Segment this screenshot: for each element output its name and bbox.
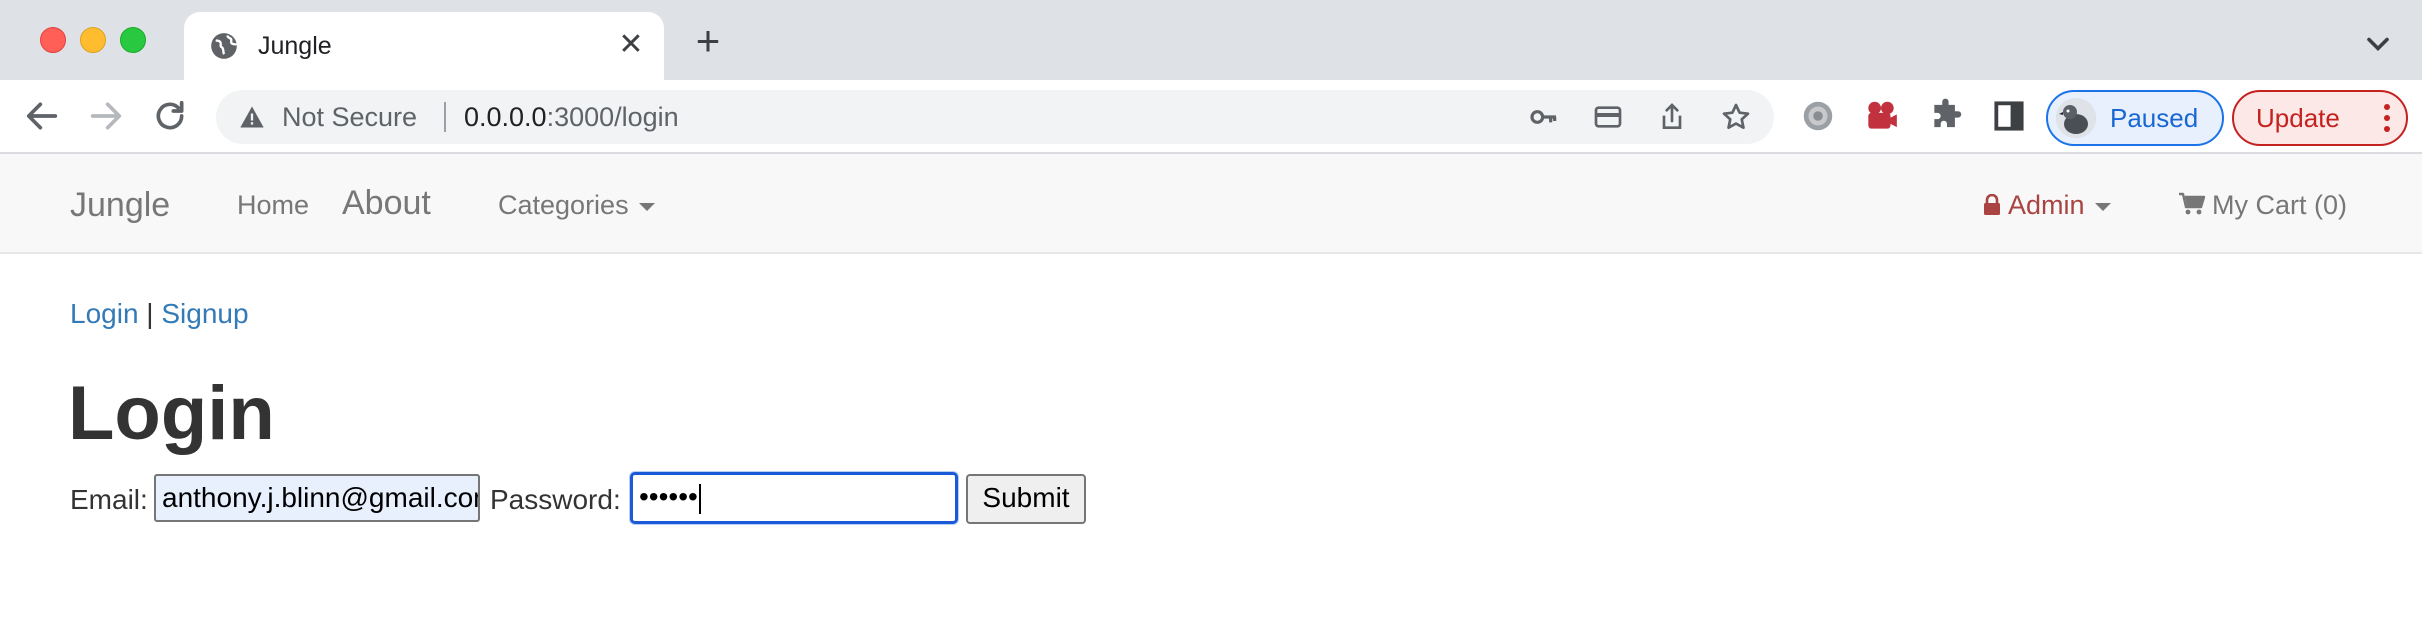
caret-down-icon <box>638 202 655 211</box>
email-label: Email: <box>70 484 148 515</box>
caret-down-icon <box>2094 202 2111 211</box>
address-bar[interactable]: Not Secure 0.0.0.0:3000/login <box>216 90 1774 144</box>
cart-link[interactable]: My Cart (0) <box>2178 190 2347 221</box>
update-label: Update <box>2256 103 2340 133</box>
submit-button[interactable]: Submit <box>966 474 1086 524</box>
star-icon[interactable] <box>1720 101 1752 133</box>
tab-search-chevron-icon[interactable] <box>2360 26 2396 62</box>
reload-icon[interactable] <box>150 96 190 136</box>
profile-button[interactable]: Paused <box>2046 90 2224 146</box>
back-arrow-icon[interactable] <box>22 96 62 136</box>
card-icon[interactable] <box>1592 101 1624 133</box>
password-mask: •••••• <box>639 481 698 512</box>
share-icon[interactable] <box>1656 101 1688 133</box>
url-host: 0.0.0.0 <box>464 102 547 132</box>
auth-separator: | <box>146 298 154 329</box>
admin-dropdown[interactable]: Admin <box>1982 190 2111 221</box>
tab-jungle[interactable]: Jungle ✕ <box>184 12 664 80</box>
maximize-window-button[interactable] <box>120 27 146 53</box>
auth-links: Login | Signup <box>70 298 249 330</box>
close-tab-icon[interactable]: ✕ <box>614 28 648 62</box>
more-vertical-icon <box>2384 104 2390 132</box>
key-icon[interactable] <box>1528 101 1560 133</box>
lock-icon <box>1984 194 2000 215</box>
nav-home-link[interactable]: Home <box>237 190 309 221</box>
nav-about-link[interactable]: About <box>342 184 431 223</box>
update-button[interactable]: Update <box>2232 90 2408 146</box>
camera-extension-icon[interactable] <box>1862 97 1900 135</box>
tab-title: Jungle <box>258 32 332 60</box>
forward-arrow-icon[interactable] <box>86 96 126 136</box>
tab-strip: Jungle ✕ + <box>0 0 2422 80</box>
cart-label: My Cart (0) <box>2212 190 2347 220</box>
url-path: :3000/login <box>546 102 679 132</box>
page-title: Login <box>68 371 275 456</box>
profile-status-label: Paused <box>2110 103 2199 133</box>
new-tab-button[interactable]: + <box>688 20 728 62</box>
warning-icon[interactable] <box>238 103 266 131</box>
password-label: Password: <box>490 484 621 515</box>
avatar <box>2056 98 2096 138</box>
bird-avatar-icon <box>2056 98 2096 138</box>
signup-link[interactable]: Signup <box>161 298 248 329</box>
url-text[interactable]: 0.0.0.0:3000/login <box>464 102 679 133</box>
globe-icon <box>211 33 238 59</box>
email-field[interactable]: anthony.j.blinn@gmail.com <box>154 474 480 522</box>
shopping-cart-icon <box>2179 192 2206 215</box>
password-field[interactable]: •••••• <box>630 472 958 524</box>
nav-categories-dropdown[interactable]: Categories <box>498 190 655 221</box>
close-window-button[interactable] <box>40 27 66 53</box>
nav-categories-label: Categories <box>498 190 629 220</box>
brand-link[interactable]: Jungle <box>70 186 170 225</box>
site-navbar: Jungle Home About Categories Admin My Ca… <box>0 154 2422 254</box>
puzzle-icon[interactable] <box>1928 97 1966 135</box>
admin-label: Admin <box>2008 190 2085 220</box>
text-cursor <box>698 483 701 514</box>
login-link[interactable]: Login <box>70 298 139 329</box>
security-label[interactable]: Not Secure <box>282 102 417 133</box>
minimize-window-button[interactable] <box>80 27 106 53</box>
address-divider <box>444 102 446 132</box>
side-panel-icon[interactable] <box>1990 97 2028 135</box>
gear-extension-icon[interactable] <box>1799 97 1837 135</box>
